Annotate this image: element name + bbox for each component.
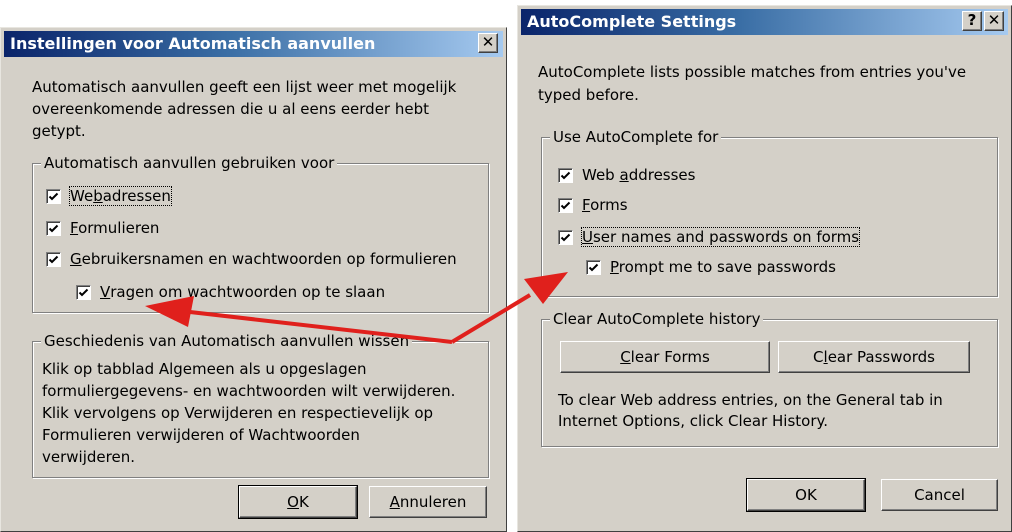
checkbox-label: Formulieren [70, 219, 160, 237]
checkbox-box[interactable] [76, 284, 91, 300]
title-bar[interactable]: AutoComplete Settings [521, 9, 1008, 35]
clear-passwords-button[interactable]: Clear Passwords [778, 341, 970, 373]
checkmark-icon [588, 263, 599, 271]
group-legend: Use AutoComplete for [550, 126, 722, 148]
history-line: Klik op tabblad Algemeen als u opgeslage… [42, 360, 367, 378]
window-title: AutoComplete Settings [527, 12, 737, 31]
intro-line: overeenkomende adressen die u al eens ee… [32, 100, 430, 118]
intro-line: Automatisch aanvullen geeft een lijst we… [32, 78, 457, 96]
checkbox-label: Web addresses [582, 166, 696, 184]
checkbox-web-addresses[interactable]: Web addresses [558, 164, 695, 186]
checkbox-vragen[interactable]: Vragen om wachtwoorden op te slaan [76, 281, 385, 303]
checkbox-label: Vragen om wachtwoorden op te slaan [100, 283, 386, 301]
group-legend: Geschiedenis van Automatisch aanvullen w… [41, 330, 413, 352]
history-line: Internet Options, click Clear History. [558, 412, 829, 430]
history-line: Klik vervolgens op Verwijderen en respec… [42, 404, 434, 422]
help-icon: ? [967, 11, 977, 29]
checkbox-label: Prompt me to save passwords [610, 258, 836, 276]
dialog-dutch: Instellingen voor Automatisch aanvullen … [0, 27, 507, 532]
checkbox-label: Gebruikersnamen en wachtwoorden op formu… [70, 250, 457, 268]
cancel-button[interactable]: Annuleren [369, 486, 487, 518]
checkmark-icon [78, 288, 89, 296]
dialog-english: AutoComplete Settings ? ✕ AutoComplete l… [517, 5, 1012, 532]
intro-line: AutoComplete lists possible matches from… [538, 63, 967, 81]
checkmark-icon [560, 201, 571, 209]
intro-line: getypt. [32, 122, 86, 140]
close-button[interactable]: ✕ [984, 11, 1004, 31]
checkmark-icon [48, 255, 59, 263]
checkbox-label: Forms [582, 196, 628, 214]
checkbox-webadressen[interactable]: Webadressen [46, 185, 172, 207]
checkbox-box[interactable] [46, 220, 61, 236]
ok-button[interactable]: OK [746, 478, 866, 512]
title-bar[interactable]: Instellingen voor Automatisch aanvullen [4, 31, 503, 57]
history-line: formuliergegevens- en wachtwoorden wilt … [42, 382, 456, 400]
checkbox-box[interactable] [558, 167, 573, 183]
window-title: Instellingen voor Automatisch aanvullen [10, 34, 376, 53]
checkbox-user-names-passwords[interactable]: User names and passwords on forms [558, 226, 861, 248]
checkbox-gebruikersnamen[interactable]: Gebruikersnamen en wachtwoorden op formu… [46, 248, 457, 270]
checkmark-icon [48, 192, 59, 200]
checkbox-forms[interactable]: Forms [558, 194, 628, 216]
checkmark-icon [560, 171, 571, 179]
close-icon: ✕ [987, 11, 1001, 29]
checkmark-icon [560, 233, 571, 241]
checkbox-label: Webadressen [69, 186, 172, 206]
history-line: verwijderen. [42, 448, 135, 466]
group-legend: Clear AutoComplete history [550, 308, 764, 330]
group-legend: Automatisch aanvullen gebruiken voor [41, 152, 338, 174]
close-button[interactable]: ✕ [478, 33, 498, 53]
checkbox-label: User names and passwords on forms [580, 227, 861, 247]
help-button[interactable]: ? [962, 11, 982, 31]
checkmark-icon [48, 224, 59, 232]
cancel-button[interactable]: Cancel [881, 479, 998, 511]
intro-line: typed before. [538, 86, 639, 104]
checkbox-box[interactable] [46, 251, 61, 267]
checkbox-prompt-save-passwords[interactable]: Prompt me to save passwords [586, 256, 836, 278]
clear-forms-button[interactable]: Clear Forms [560, 341, 770, 373]
ok-button[interactable]: OK [238, 485, 358, 519]
close-icon: ✕ [481, 33, 495, 51]
checkbox-box[interactable] [558, 229, 573, 245]
checkbox-box[interactable] [46, 188, 61, 204]
checkbox-box[interactable] [586, 259, 601, 275]
history-line: Formulieren verwijderen of Wachtwoorden [42, 426, 360, 444]
checkbox-box[interactable] [558, 197, 573, 213]
checkbox-formulieren[interactable]: Formulieren [46, 217, 159, 239]
history-line: To clear Web address entries, on the Gen… [558, 391, 943, 409]
